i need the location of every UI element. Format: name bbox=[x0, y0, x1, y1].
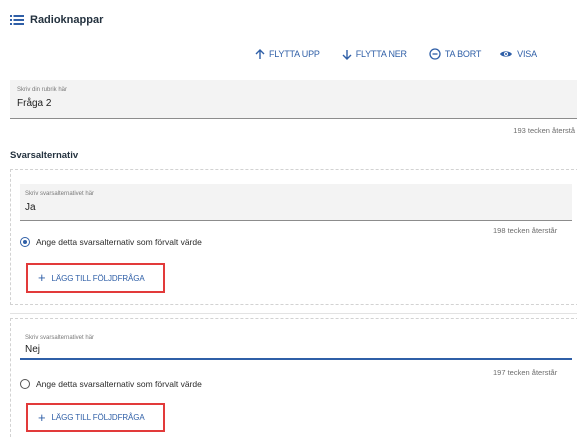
default-value-radio[interactable] bbox=[20, 237, 30, 247]
arrow-up-icon bbox=[255, 48, 265, 59]
question-char-counter: 193 tecken återstå bbox=[513, 126, 575, 135]
default-value-radio[interactable] bbox=[20, 379, 30, 389]
default-value-radio-row[interactable]: Ange detta svarsalternativ som förvalt v… bbox=[20, 379, 202, 389]
arrow-down-icon bbox=[342, 49, 352, 60]
answers-section-title: Svarsalternativ bbox=[10, 150, 79, 161]
answers-divider bbox=[10, 313, 577, 314]
show-label: VISA bbox=[517, 49, 537, 59]
plus-icon: + bbox=[38, 409, 46, 425]
answer-field-label: Skriv svarsalternativet här bbox=[25, 335, 95, 341]
plus-icon: + bbox=[38, 270, 46, 285]
question-title-field[interactable]: Skriv din rubrik här Fråga 2 bbox=[10, 80, 577, 119]
move-down-label: FLYTTA NER bbox=[355, 49, 407, 59]
answer-text-field[interactable]: Skriv svarsalternativet här Nej bbox=[20, 331, 572, 359]
remove-button[interactable]: TA BORT bbox=[429, 48, 481, 60]
answer-field-value: Ja bbox=[25, 202, 36, 213]
answer-field-value: Nej bbox=[25, 344, 41, 355]
add-followup-label: LÄGG TILL FÖLJDFRÅGA bbox=[51, 273, 145, 283]
question-title-value: Fråga 2 bbox=[17, 98, 52, 109]
answer-field-label: Skriv svarsalternativet här bbox=[25, 191, 95, 197]
remove-label: TA BORT bbox=[444, 49, 482, 59]
move-up-button[interactable]: FLYTTA UPP bbox=[255, 48, 320, 60]
minus-circle-icon bbox=[429, 48, 441, 60]
add-followup-label: LÄGG TILL FÖLJDFRÅGA bbox=[51, 413, 145, 422]
eye-icon bbox=[500, 51, 513, 57]
add-followup-button[interactable]: + LÄGG TILL FÖLJDFRÅGA bbox=[26, 403, 165, 432]
answer-field-focus-underline bbox=[20, 358, 572, 360]
show-button[interactable]: VISA bbox=[499, 48, 537, 60]
default-value-radio-row[interactable]: Ange detta svarsalternativ som förvalt v… bbox=[20, 237, 202, 247]
move-up-label: FLYTTA UPP bbox=[269, 49, 320, 59]
answer-char-counter: 198 tecken återstår bbox=[493, 226, 558, 235]
default-value-radio-label: Ange detta svarsalternativ som förvalt v… bbox=[36, 379, 202, 389]
answer-text-field[interactable]: Skriv svarsalternativet här Ja bbox=[20, 184, 572, 221]
move-down-button[interactable]: FLYTTA NER bbox=[342, 48, 407, 60]
component-title: Radioknappar bbox=[30, 14, 104, 26]
question-title-label: Skriv din rubrik här bbox=[17, 87, 68, 93]
add-followup-button[interactable]: + LÄGG TILL FÖLJDFRÅGA bbox=[26, 263, 165, 293]
list-icon bbox=[10, 15, 24, 25]
default-value-radio-label: Ange detta svarsalternativ som förvalt v… bbox=[36, 237, 202, 247]
toolbar: FLYTTA UPP FLYTTA NER TA BORT VISA bbox=[255, 48, 537, 60]
component-header: Radioknappar bbox=[10, 14, 103, 26]
answer-char-counter: 197 tecken återstår bbox=[493, 368, 558, 377]
